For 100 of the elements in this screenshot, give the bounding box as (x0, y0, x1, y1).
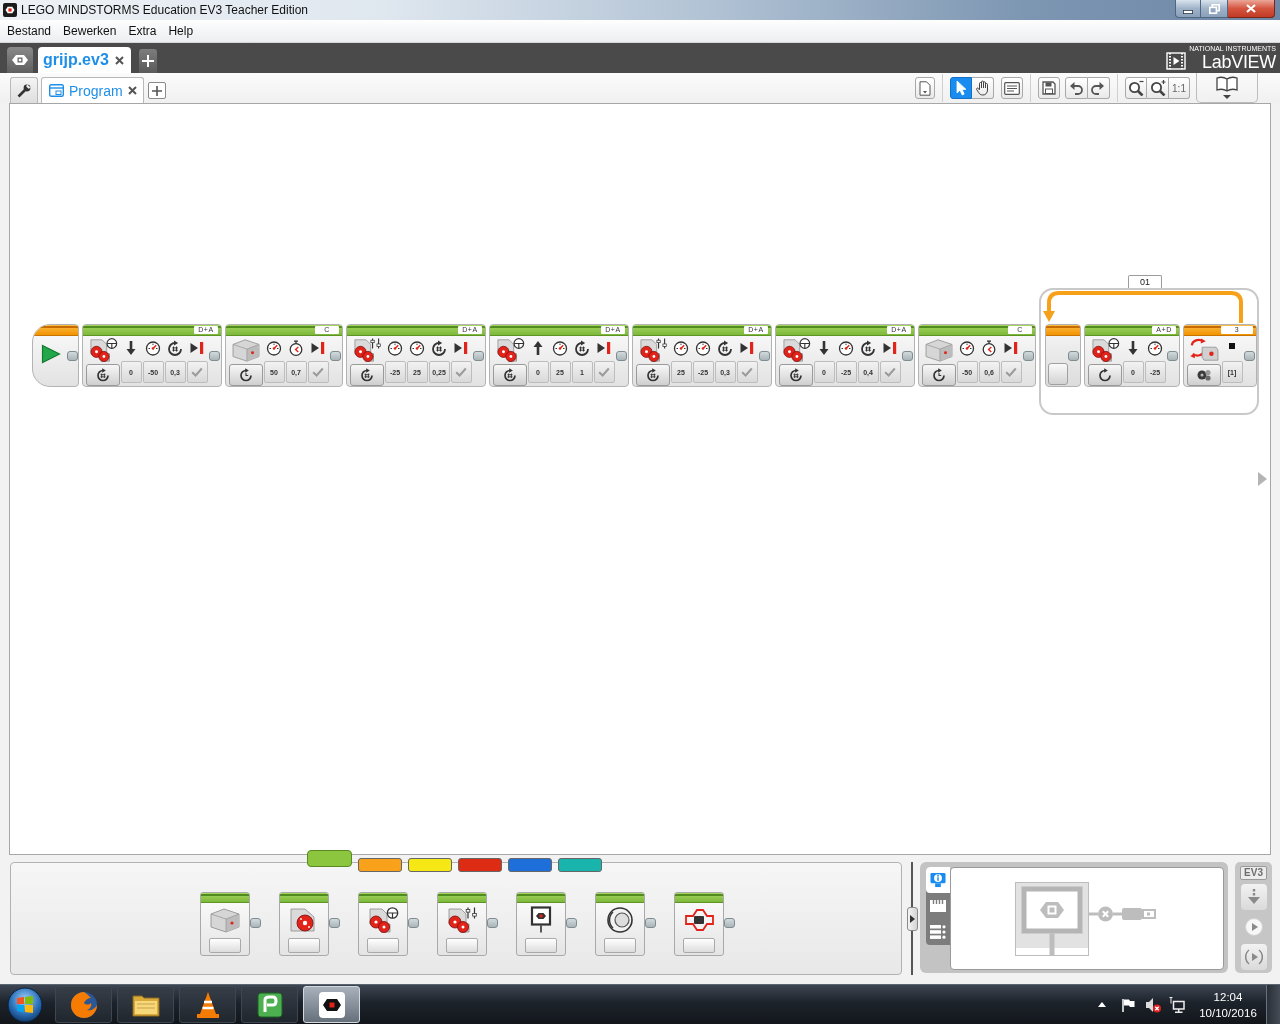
program-tab[interactable]: Program (41, 77, 144, 103)
app-logo-icon (3, 3, 17, 17)
start-button[interactable] (5, 985, 45, 1024)
palette-tab[interactable] (408, 858, 452, 872)
product-name: LabVIEW (1202, 53, 1276, 71)
parameter-field[interactable] (186, 361, 208, 383)
loop-name-field[interactable]: 01 (1128, 275, 1162, 288)
menu-item[interactable]: Help (162, 21, 200, 41)
taskbar-app-button[interactable] (117, 986, 174, 1023)
start-block[interactable] (32, 324, 79, 387)
parameter-field[interactable] (1000, 361, 1022, 383)
medium-motor-block[interactable] (200, 892, 250, 956)
menu-item[interactable]: Extra (122, 21, 163, 41)
pan-tool-button[interactable] (972, 77, 994, 99)
close-icon[interactable] (127, 86, 137, 95)
page-icon (919, 80, 931, 96)
mode-selector[interactable] (1087, 364, 1122, 386)
zoom-out-icon (1128, 80, 1144, 96)
parameter-field[interactable] (879, 361, 901, 383)
brick-light-icon (683, 906, 715, 934)
undo-button[interactable] (1065, 77, 1088, 99)
new-page-button[interactable] (915, 77, 935, 99)
move-tank-block[interactable] (437, 892, 487, 956)
help-book-tab[interactable] (1196, 73, 1258, 103)
sound-block[interactable] (595, 892, 645, 956)
film-play-icon (1166, 52, 1187, 70)
taskbar-app-button[interactable] (241, 986, 298, 1023)
sequence-plug-icon (1167, 351, 1178, 361)
minimize-button[interactable] (1175, 0, 1201, 18)
add-project-button[interactable] (138, 49, 157, 73)
mode-slot (604, 938, 636, 953)
mode-selector[interactable] (492, 364, 527, 386)
brick-light-block[interactable] (674, 892, 724, 956)
sequence-plug-icon (724, 918, 735, 928)
rotations-icon (860, 340, 876, 356)
power-gauge-icon (409, 340, 425, 356)
large-motor-block[interactable] (279, 892, 329, 956)
run-selected-button[interactable] (1240, 944, 1267, 970)
brake-icon (882, 340, 898, 356)
mode-selector[interactable] (778, 364, 813, 386)
clock-date[interactable]: 10/10/2016 (1199, 1004, 1257, 1021)
pointer-tool-button[interactable] (950, 77, 972, 99)
loop-start-block[interactable] (1045, 324, 1081, 387)
restore-button[interactable] (1201, 0, 1228, 18)
block-header (438, 893, 486, 903)
mode-selector[interactable] (85, 364, 120, 386)
tank-motor-icon (446, 906, 478, 934)
power-gauge-icon (838, 340, 854, 356)
play-icon[interactable] (41, 344, 61, 364)
mode-selector[interactable] (1186, 364, 1221, 386)
sequence-plug-icon (566, 918, 577, 928)
taskbar-app-button[interactable] (179, 986, 236, 1023)
show-hidden-icons-icon[interactable] (1098, 1002, 1106, 1007)
rotation-count-icon (788, 368, 803, 382)
undo-icon (1069, 81, 1084, 95)
mode-slot (525, 938, 557, 953)
rotation-count-icon (645, 368, 660, 382)
mode-selector[interactable] (349, 364, 384, 386)
parameter-field[interactable] (307, 361, 329, 383)
timer-mode-icon (931, 368, 946, 382)
flag-icon[interactable] (1121, 997, 1135, 1012)
medium-motor-icon (923, 337, 954, 363)
actual-size-button[interactable]: 1:1 (1169, 77, 1190, 99)
mode-selector[interactable] (635, 364, 670, 386)
network-icon[interactable] (1169, 996, 1185, 1013)
parameter-field[interactable] (450, 361, 472, 383)
block-header (517, 893, 565, 903)
mode-selector[interactable] (228, 364, 263, 386)
sequence-plug-icon (1068, 351, 1079, 361)
display-block[interactable] (516, 892, 566, 956)
speaker-muted-icon[interactable] (1145, 996, 1161, 1013)
brake-icon (310, 340, 326, 356)
save-button[interactable] (1038, 77, 1060, 99)
redo-button[interactable] (1087, 77, 1110, 99)
panel-toggle-button[interactable] (906, 906, 918, 931)
pointer-icon (955, 80, 967, 96)
download-button[interactable] (1240, 884, 1267, 910)
power-gauge-icon (695, 340, 711, 356)
close-button[interactable] (1228, 0, 1275, 18)
close-icon[interactable] (114, 55, 124, 65)
mode-selector[interactable] (921, 364, 956, 386)
parameter-field[interactable] (736, 361, 758, 383)
rotations-icon (717, 340, 733, 356)
zoom-in-button[interactable] (1147, 77, 1169, 99)
hardware-tab[interactable] (926, 867, 950, 893)
lobby-tab[interactable] (7, 47, 33, 73)
palette-tab[interactable] (358, 858, 402, 872)
properties-tab[interactable] (10, 77, 38, 103)
show-desktop-button[interactable] (1266, 985, 1280, 1024)
menu-item[interactable]: Bewerken (57, 21, 123, 41)
move-steering-block[interactable] (358, 892, 408, 956)
clock-time[interactable]: 12:04 (1213, 988, 1243, 1005)
add-program-button[interactable] (147, 82, 166, 99)
timer-mode-icon (238, 368, 253, 382)
parameter-field[interactable] (593, 361, 615, 383)
menu-item[interactable]: Bestand (1, 21, 58, 41)
comment-button[interactable] (1001, 77, 1023, 99)
mode-slot (209, 938, 241, 953)
zoom-out-button[interactable] (1125, 77, 1147, 99)
caret-icon (1223, 95, 1231, 99)
